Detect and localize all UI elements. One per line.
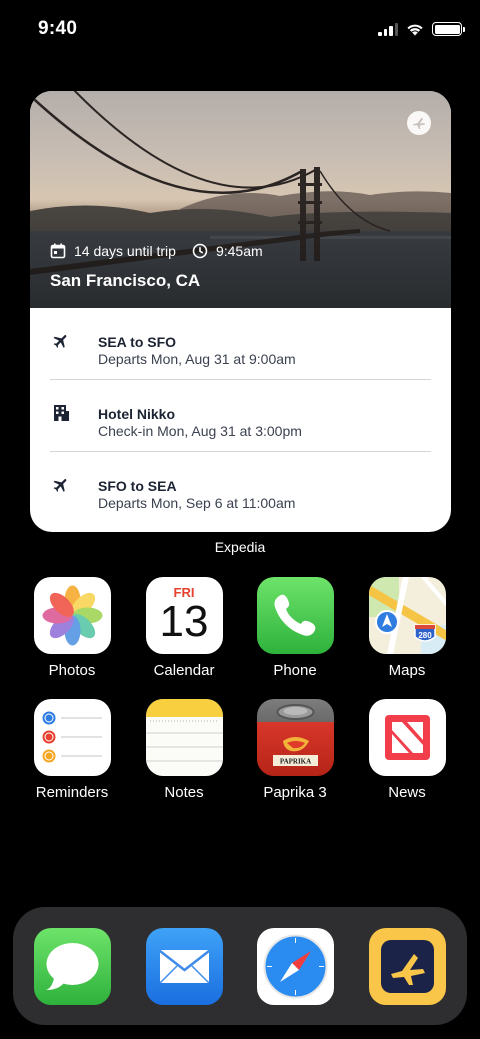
hotel-icon (54, 405, 69, 421)
app-maps[interactable]: 280 Maps (357, 577, 457, 679)
calendar-small-icon (50, 243, 66, 259)
notes-icon (145, 699, 223, 776)
app-label: Reminders (35, 784, 109, 801)
reminders-icon (33, 699, 111, 776)
app-phone[interactable]: Phone (245, 577, 345, 679)
itinerary-subtitle: Departs Mon, Aug 31 at 9:00am (98, 351, 296, 367)
itinerary-title: SEA to SFO (98, 334, 177, 350)
itinerary-title: Hotel Nikko (98, 406, 176, 422)
destination-city: San Francisco, CA (50, 271, 201, 290)
calendar-icon: FRI 13 (145, 577, 223, 654)
app-photos[interactable]: Photos (22, 577, 122, 679)
app-label: Phone (273, 662, 317, 679)
clock-icon (192, 243, 208, 259)
app-label: Maps (388, 662, 426, 679)
itinerary-item[interactable]: SFO to SEA Departs Mon, Sep 6 at 11:00am (50, 452, 431, 524)
calendar-day: 13 (159, 597, 209, 646)
app-paprika[interactable]: PAPRIKA Paprika 3 (245, 699, 345, 801)
itinerary-list: SEA to SFO Departs Mon, Aug 31 at 9:00am… (30, 308, 451, 524)
wifi-icon (407, 24, 423, 35)
app-label: Paprika 3 (263, 784, 327, 801)
maps-icon: 280 (368, 577, 446, 654)
app-news[interactable]: News (357, 699, 457, 801)
widget-hero-image: 14 days until trip 9:45am San Francisco,… (30, 91, 451, 308)
app-label: Calendar (153, 662, 215, 679)
route-shield-number: 280 (418, 631, 432, 640)
itinerary-subtitle: Departs Mon, Sep 6 at 11:00am (98, 495, 296, 511)
itinerary-title: SFO to SEA (98, 478, 177, 494)
battery-icon (432, 22, 465, 36)
widget-label: Expedia (214, 539, 266, 555)
paprika-icon: PAPRIKA (256, 699, 334, 776)
news-icon (368, 699, 446, 776)
safari-icon[interactable] (257, 928, 334, 1005)
app-label: Notes (164, 784, 204, 801)
trip-countdown: 14 days until trip (74, 243, 176, 259)
photos-icon (33, 577, 111, 654)
trip-time: 9:45am (215, 243, 263, 259)
itinerary-subtitle: Check-in Mon, Aug 31 at 3:00pm (98, 423, 302, 439)
dock (13, 907, 467, 1025)
app-calendar[interactable]: FRI 13 Calendar (134, 577, 234, 679)
trip-meta: 14 days until trip 9:45am (50, 243, 263, 259)
expedia-trip-widget[interactable]: 14 days until trip 9:45am San Francisco,… (30, 91, 451, 532)
itinerary-item[interactable]: Hotel Nikko Check-in Mon, Aug 31 at 3:00… (50, 380, 431, 452)
expedia-logo-icon (407, 111, 431, 135)
status-icons (378, 22, 465, 36)
messages-icon[interactable] (34, 928, 111, 1005)
itinerary-item[interactable]: SEA to SFO Departs Mon, Aug 31 at 9:00am (50, 308, 431, 380)
status-bar: 9:40 (0, 0, 480, 60)
expedia-icon[interactable] (369, 928, 446, 1005)
cellular-signal-icon (378, 22, 398, 36)
app-notes[interactable]: Notes (134, 699, 234, 801)
plane-icon (53, 479, 67, 492)
paprika-banner-text: PAPRIKA (279, 758, 310, 766)
status-time: 9:40 (38, 18, 78, 39)
app-reminders[interactable]: Reminders (22, 699, 122, 801)
app-label: Photos (48, 662, 96, 679)
phone-icon (256, 577, 334, 654)
plane-icon (53, 335, 67, 348)
app-label: News (388, 784, 426, 801)
mail-icon[interactable] (146, 928, 223, 1005)
